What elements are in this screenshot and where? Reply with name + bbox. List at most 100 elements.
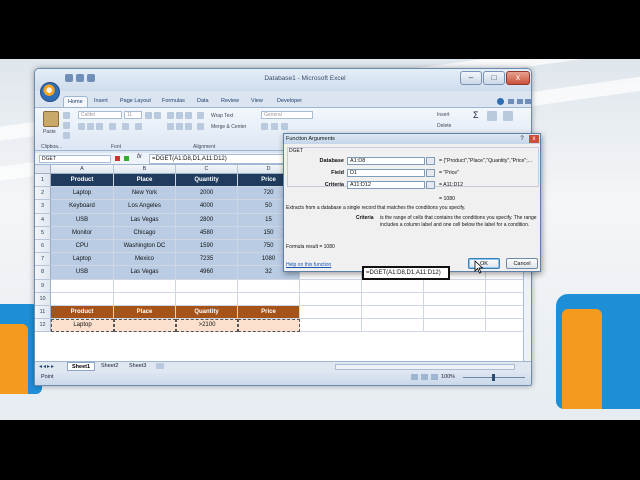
autosum-icon[interactable]: Σ (473, 110, 479, 120)
table-cell[interactable]: 1590 (176, 240, 238, 254)
paste-label[interactable]: Paste (43, 129, 56, 135)
grid-cell[interactable] (114, 292, 176, 306)
grid-cell[interactable] (176, 279, 238, 293)
font-color-icon[interactable] (135, 123, 142, 130)
shrink-font-icon[interactable] (154, 112, 161, 119)
grid-cell[interactable] (238, 279, 300, 293)
row-header[interactable]: 4 (35, 213, 51, 227)
sheet-nav-arrows-icon[interactable]: ◂◂▸▸ (39, 363, 55, 370)
grid-cell[interactable] (176, 292, 238, 306)
page-layout-view-icon[interactable] (421, 374, 428, 380)
enter-entry-icon[interactable] (124, 156, 129, 161)
grid-cell[interactable] (300, 306, 362, 320)
align-right-icon[interactable] (185, 123, 192, 130)
orientation-icon[interactable] (197, 112, 204, 119)
horizontal-scrollbar[interactable] (335, 364, 515, 370)
table-cell[interactable]: USB (51, 266, 114, 280)
row-header[interactable]: 3 (35, 200, 51, 214)
table-cell[interactable]: 2000 (176, 187, 238, 201)
tab-insert[interactable]: Insert (90, 96, 112, 107)
office-button[interactable] (40, 82, 60, 102)
grow-font-icon[interactable] (145, 112, 152, 119)
cancel-button[interactable]: Cancel (506, 258, 538, 269)
zoom-level[interactable]: 100% (441, 374, 455, 380)
tab-home[interactable]: Home (63, 96, 88, 107)
dialog-close-button[interactable]: x (529, 135, 539, 143)
table-cell[interactable]: Laptop (51, 187, 114, 201)
arg-input-criteria[interactable]: A11:D12 (347, 181, 425, 189)
grid-cell[interactable] (362, 306, 424, 320)
tab-review[interactable]: Review (217, 96, 243, 107)
table-cell[interactable]: 4960 (176, 266, 238, 280)
maximize-button[interactable]: □ (483, 71, 505, 85)
grid-cell[interactable] (300, 292, 362, 306)
select-all-corner[interactable] (35, 165, 51, 174)
row-header[interactable]: 10 (35, 292, 51, 306)
table-cell[interactable]: Laptop (51, 253, 114, 267)
ribbon-minimize-icon[interactable] (508, 99, 514, 104)
page-break-view-icon[interactable] (431, 374, 438, 380)
currency-icon[interactable] (261, 123, 268, 130)
name-box[interactable]: DGET (39, 155, 111, 163)
normal-view-icon[interactable] (411, 374, 418, 380)
sort-filter-icon[interactable] (487, 111, 497, 121)
tab-data[interactable]: Data (193, 96, 213, 107)
collapse-dialog-icon[interactable] (426, 181, 435, 189)
cancel-entry-icon[interactable] (115, 156, 120, 161)
row-header[interactable]: 9 (35, 279, 51, 293)
grid-cell[interactable] (424, 306, 486, 320)
indent-icon[interactable] (197, 123, 204, 130)
save-icon[interactable] (65, 74, 73, 82)
table-cell[interactable]: 7235 (176, 253, 238, 267)
column-header[interactable]: A (51, 165, 114, 174)
table-header-cell[interactable]: Place (114, 174, 176, 188)
insert-cells-button[interactable]: Insert (437, 112, 450, 118)
active-cell[interactable]: =DGET(A1:D8,D1,A11:D12) (362, 266, 450, 280)
align-center-icon[interactable] (176, 123, 183, 130)
format-painter-icon[interactable] (63, 132, 70, 139)
minimize-button[interactable]: – (460, 71, 482, 85)
insert-function-button[interactable]: fx (137, 154, 142, 160)
paste-icon[interactable] (43, 111, 59, 127)
row-header[interactable]: 1 (35, 174, 51, 188)
criteria-cell[interactable]: >2100 (176, 319, 238, 333)
table-cell[interactable]: Keyboard (51, 200, 114, 214)
grid-cell[interactable] (300, 319, 362, 333)
grid-cell[interactable] (362, 292, 424, 306)
merge-center-button[interactable]: Merge & Center (211, 124, 246, 130)
font-size-select[interactable]: 11 (124, 111, 142, 119)
align-bottom-icon[interactable] (185, 112, 192, 119)
percent-icon[interactable] (271, 123, 278, 130)
row-header[interactable]: 7 (35, 253, 51, 267)
grid-cell[interactable] (300, 279, 362, 293)
table-cell[interactable]: Las Vegas (114, 266, 176, 280)
italic-icon[interactable] (87, 123, 94, 130)
tab-view[interactable]: View (247, 96, 267, 107)
delete-cells-button[interactable]: Delete (437, 123, 451, 129)
align-left-icon[interactable] (167, 123, 174, 130)
borders-icon[interactable] (109, 123, 116, 130)
table-header-cell[interactable]: Quantity (176, 174, 238, 188)
criteria-cell[interactable]: Laptop (51, 319, 114, 333)
row-header[interactable]: 5 (35, 226, 51, 240)
undo-icon[interactable] (76, 74, 84, 82)
cut-icon[interactable] (63, 112, 70, 119)
arg-input-field[interactable]: D1 (347, 169, 425, 177)
grid-cell[interactable] (51, 292, 114, 306)
row-header[interactable]: 12 (35, 319, 51, 333)
grid-cell[interactable] (424, 292, 486, 306)
sheet-tab-2[interactable]: Sheet2 (97, 362, 122, 371)
table-cell[interactable]: Los Angeles (114, 200, 176, 214)
number-format-select[interactable]: General (261, 111, 313, 119)
criteria-header-cell[interactable]: Price (238, 306, 300, 320)
criteria-header-cell[interactable]: Product (51, 306, 114, 320)
grid-cell[interactable] (362, 279, 424, 293)
ribbon-restore-icon[interactable] (517, 99, 523, 104)
sheet-tab-1[interactable]: Sheet1 (67, 362, 96, 371)
help-link[interactable]: Help on this function (286, 262, 331, 268)
table-cell[interactable]: Chicago (114, 226, 176, 240)
help-icon[interactable] (497, 98, 504, 105)
bold-icon[interactable] (78, 123, 85, 130)
row-header[interactable]: 11 (35, 306, 51, 320)
tab-page-layout[interactable]: Page Layout (116, 96, 155, 107)
